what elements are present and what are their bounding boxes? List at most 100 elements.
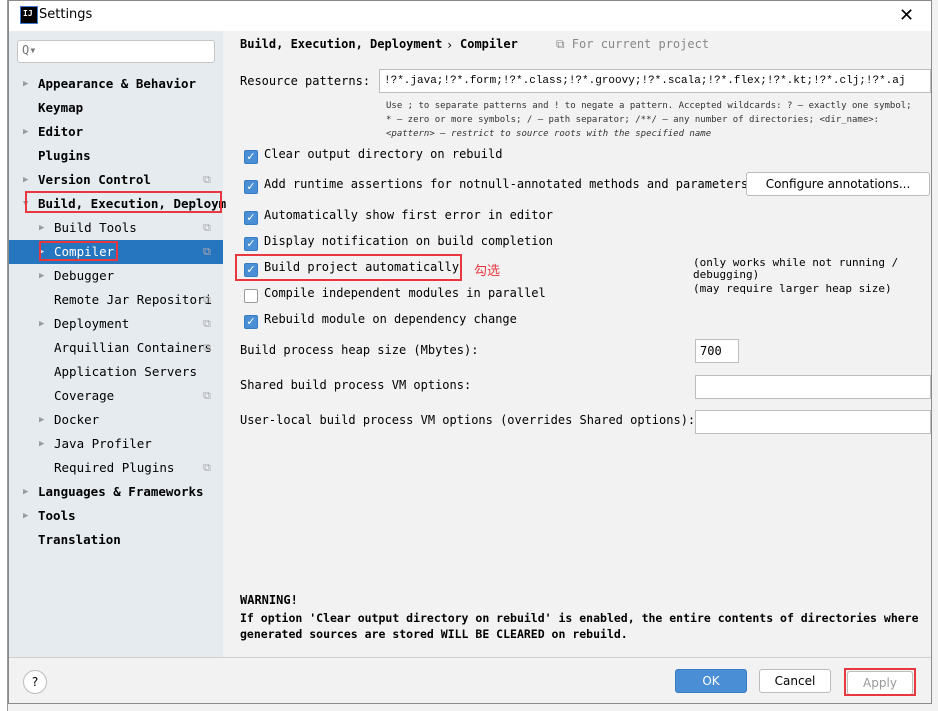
sidebar-item-label: Deployment [54,316,130,331]
sidebar-item[interactable]: Plugins [9,144,223,168]
ok-button[interactable]: OK [675,669,747,693]
sidebar-item-label: Application Servers [54,364,197,379]
sidebar-item[interactable]: ▶ Tools [9,504,223,528]
sidebar-item[interactable]: ▶ Languages & Frameworks [9,480,223,504]
sidebar-item-label: Arquillian Containers [54,340,213,355]
option-label[interactable]: Automatically show first error in editor [264,208,553,222]
option-label[interactable]: Add runtime assertions for notnull-annot… [264,177,748,191]
chevron-right-icon[interactable]: ▶ [23,168,28,192]
sidebar-item[interactable]: ▶ Appearance & Behavior [9,72,223,96]
chevron-right-icon[interactable]: ▶ [39,216,44,240]
sidebar-item[interactable]: Coverage ⧉ [9,384,223,408]
resource-hint-1: Use ; to separate patterns and ! to nega… [386,101,912,111]
project-scope-icon: ⧉ [203,245,211,258]
sidebar-item[interactable]: Keymap [9,96,223,120]
settings-sidebar: Q▾ ▶ Appearance & Behavior Keymap ▶ Editor Pl… [9,31,226,657]
sidebar-item[interactable]: ▶ Build Tools ⧉ [9,216,223,240]
heap-size-input[interactable]: 700 [695,339,739,363]
chevron-right-icon[interactable]: ▶ [39,432,44,456]
window-title: Settings [39,7,93,22]
warning-line-1: If option 'Clear output directory on reb… [240,611,919,625]
sidebar-item[interactable]: ▶ Version Control ⧉ [9,168,223,192]
sidebar-item[interactable]: Remote Jar Repositori ⧉ [9,288,223,312]
resource-patterns-input[interactable]: !?*.java;!?*.form;!?*.class;!?*.groovy;!… [379,69,931,93]
user-vm-label: User-local build process VM options (ove… [240,413,696,427]
sidebar-item[interactable]: ▶ Deployment ⧉ [9,312,223,336]
sidebar-item-label: Version Control [38,172,151,187]
checkbox[interactable]: ✓ [244,315,258,329]
option-label[interactable]: Build project automatically [264,260,459,274]
shared-vm-input[interactable] [695,375,931,399]
checkbox[interactable]: ✓ [244,211,258,225]
sidebar-item[interactable]: Arquillian Containers ⧉ [9,336,223,360]
heap-size-label: Build process heap size (Mbytes): [240,343,479,357]
sidebar-item[interactable]: ▶ Editor [9,120,223,144]
chevron-right-icon[interactable]: ▶ [23,120,28,144]
sidebar-item[interactable]: ▼ Build, Execution, Deploym [9,192,226,216]
option-label[interactable]: Compile independent modules in parallel [264,286,546,300]
chevron-down-icon[interactable]: ▼ [23,192,28,216]
annotation-check: 勾选 [474,264,501,279]
sidebar-item[interactable]: ▶ Docker [9,408,223,432]
project-scope-icon: ⧉ [203,317,211,330]
checkbox[interactable]: ✓ [244,150,258,164]
settings-dialog: IJ Settings ✕ Q▾ ▶ Appearance & Behavior K… [8,0,932,704]
chevron-right-icon[interactable]: ▶ [23,504,28,528]
close-icon[interactable]: ✕ [899,5,914,26]
chevron-right-icon[interactable]: ▶ [39,312,44,336]
checkbox[interactable]: ✓ [244,263,258,277]
project-scope-icon: ⧉ [203,173,211,186]
chevron-right-icon[interactable]: ▶ [39,240,44,264]
sidebar-item[interactable]: Translation [9,528,223,552]
project-scope-icon: ⧉ [203,389,211,402]
intellij-logo-icon: IJ [20,6,38,24]
checkbox[interactable]: ✓ [244,180,258,194]
chevron-right-icon[interactable]: ▶ [39,264,44,288]
sidebar-item-label: Java Profiler [54,436,152,451]
sidebar-item[interactable]: Required Plugins ⧉ [9,456,223,480]
sidebar-item-label: Build Tools [54,220,137,235]
cancel-button[interactable]: Cancel [759,669,831,693]
sidebar-item[interactable]: Application Servers [9,360,223,384]
sidebar-item[interactable]: ▶ Compiler ⧉ [9,240,223,264]
chevron-right-icon[interactable]: ▶ [39,408,44,432]
apply-button[interactable]: Apply [847,671,913,695]
option-label[interactable]: Rebuild module on dependency change [264,312,517,326]
shared-vm-label: Shared build process VM options: [240,378,472,392]
title-bar: IJ Settings ✕ [9,1,931,31]
breadcrumb-parent[interactable]: Build, Execution, Deployment [240,37,442,51]
option-note: (may require larger heap size) [693,282,892,295]
chevron-right-icon[interactable]: ▶ [23,72,28,96]
warning-title: WARNING! [240,593,298,607]
sidebar-item-label: Compiler [54,244,115,259]
background-ide [0,0,8,711]
warning-line-2: generated sources are stored WILL BE CLE… [240,627,628,641]
project-scope-icon: ⧉ [203,293,211,306]
resource-hint-3: <pattern> — restrict to source roots wit… [386,129,712,139]
checkbox[interactable]: ✓ [244,237,258,251]
option-label[interactable]: Clear output directory on rebuild [264,147,502,161]
sidebar-item-label: Tools [38,508,76,523]
resource-hint-2: * — zero or more symbols; / — path separ… [386,115,880,125]
checkbox[interactable] [244,289,258,303]
scope-label: ⧉ For current project [556,37,710,51]
sidebar-item-label: Debugger [54,268,115,283]
sidebar-item-label: Docker [54,412,100,427]
sidebar-item-label: Plugins [38,148,91,163]
sidebar-item[interactable]: ▶ Debugger [9,264,223,288]
sidebar-item[interactable]: ▶ Java Profiler [9,432,223,456]
sidebar-item-label: Required Plugins [54,460,175,475]
search-input[interactable]: Q▾ [17,40,215,63]
configure-annotations-button[interactable]: Configure annotations... [746,172,930,196]
sidebar-item-label: Appearance & Behavior [38,76,197,91]
sidebar-item-label: Languages & Frameworks [38,484,204,499]
sidebar-item-label: Remote Jar Repositori [54,292,213,307]
chevron-right-icon[interactable]: ▶ [23,480,28,504]
project-scope-icon: ⧉ [203,341,211,354]
help-button[interactable]: ? [23,670,47,694]
user-vm-input[interactable] [695,410,931,434]
compiler-settings-panel: Build, Execution, Deployment › Compiler … [223,31,931,657]
option-label[interactable]: Display notification on build completion [264,234,553,248]
sidebar-item-label: Editor [38,124,84,139]
sidebar-item-label: Translation [38,532,121,547]
